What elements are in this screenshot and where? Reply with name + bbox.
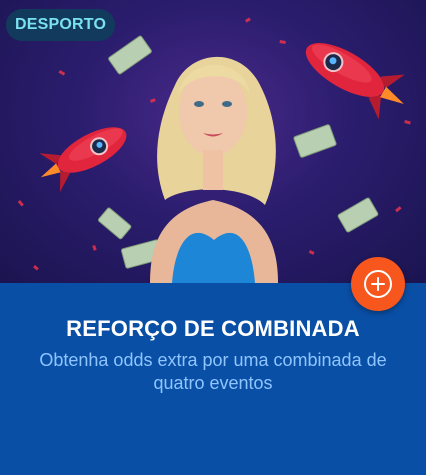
promo-title: REFORÇO DE COMBINADA	[66, 316, 360, 341]
promo-description: Obtenha odds extra por uma combinada de …	[39, 350, 387, 393]
add-promo-button[interactable]	[351, 257, 405, 311]
category-badge: DESPORTO	[6, 9, 116, 41]
plus-circle-icon	[364, 270, 392, 298]
promo-card[interactable]: DESPORTO REFORÇO DE COMBINADA Obtenha od…	[0, 0, 426, 475]
promo-hero-image: DESPORTO	[0, 0, 426, 283]
promo-info-panel: REFORÇO DE COMBINADA Obtenha odds extra …	[0, 283, 426, 475]
hero-illustration	[17, 17, 411, 283]
